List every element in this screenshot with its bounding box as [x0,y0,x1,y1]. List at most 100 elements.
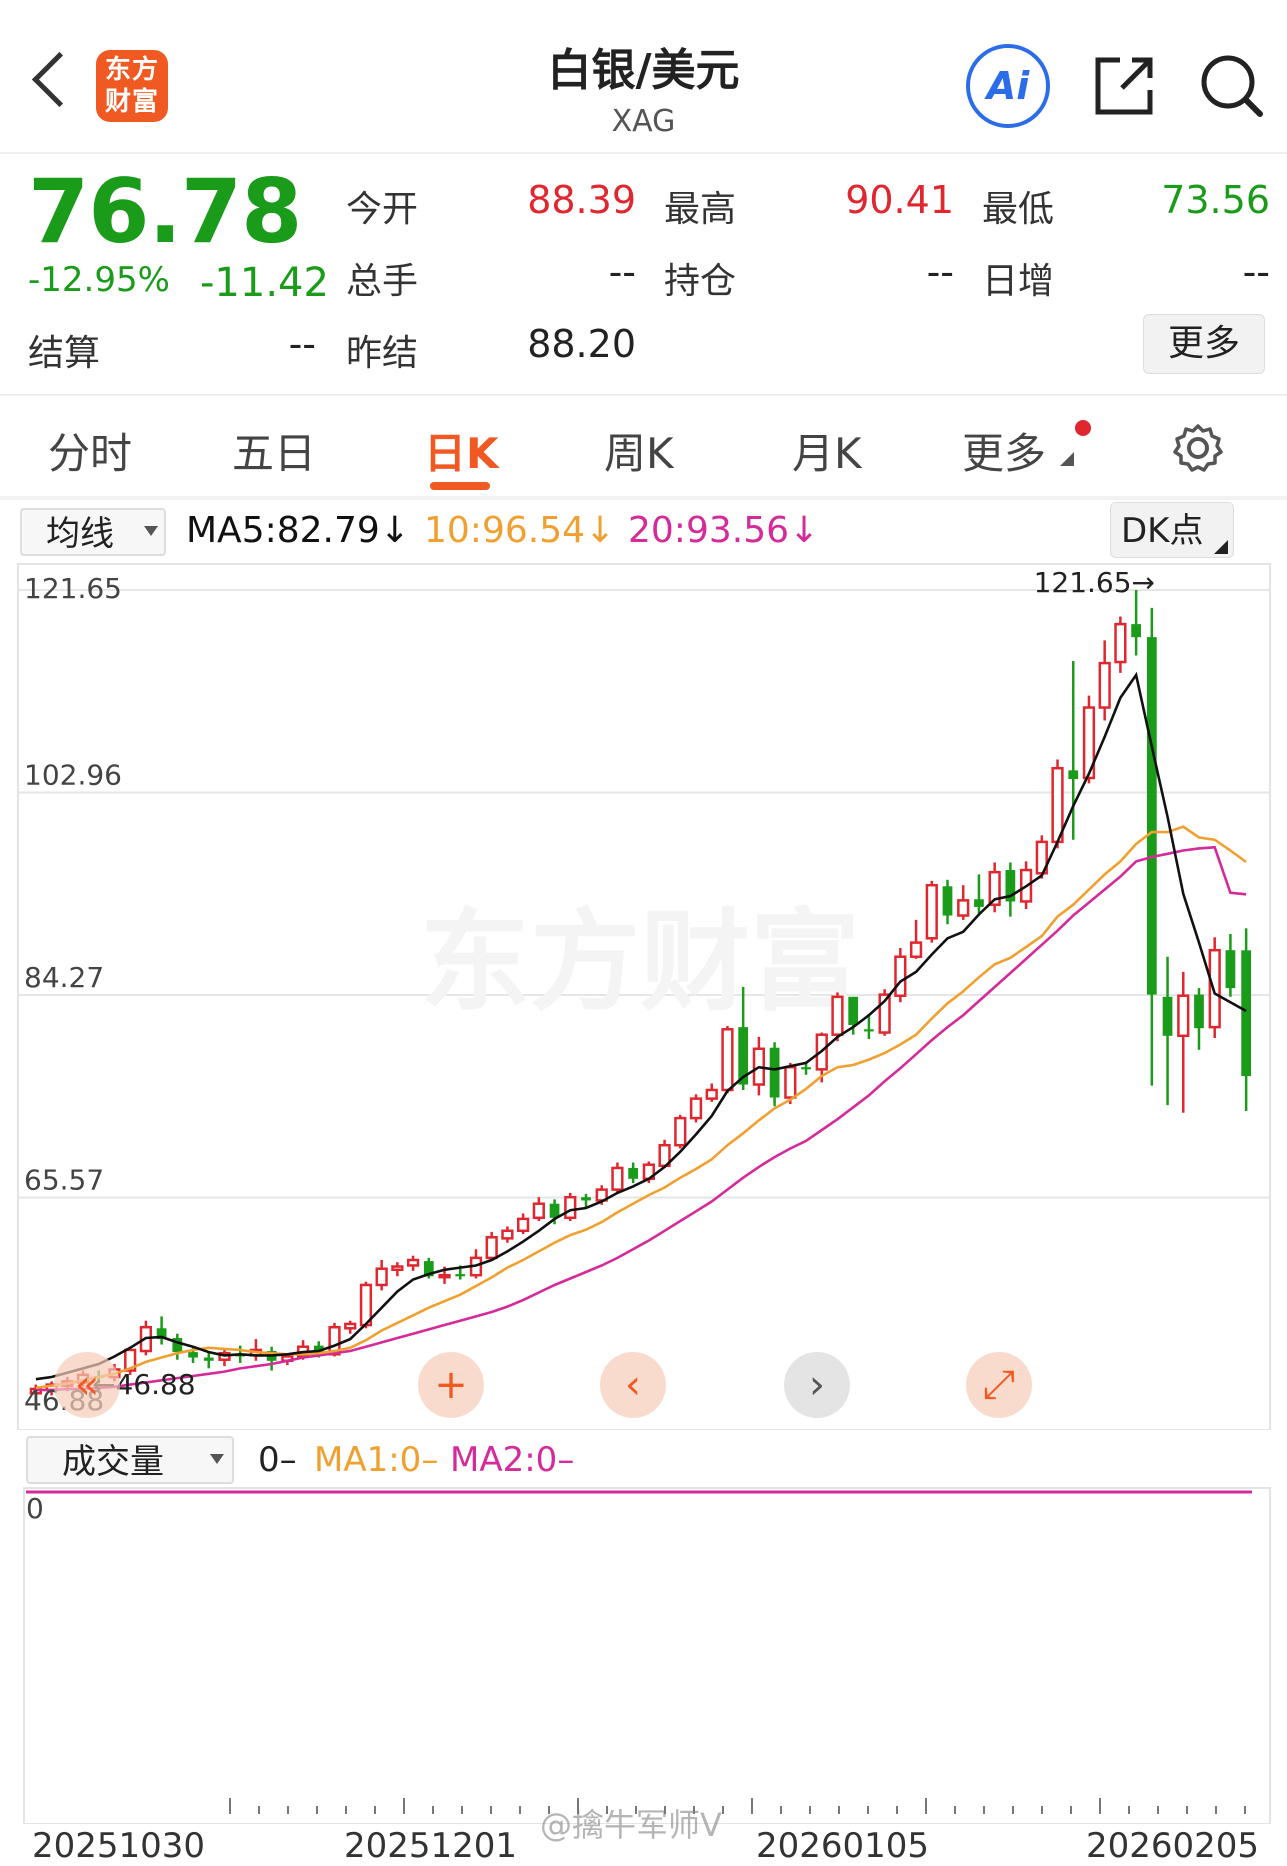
social-watermark: @擒牛军师V [540,1806,722,1844]
x-tick-label: 20251201 [344,1826,518,1866]
candle-down [848,996,859,1025]
candle-up [344,1322,357,1330]
open-interest-value: -- [926,250,954,294]
x-tick-label: 20260105 [756,1826,930,1866]
candle-up [391,1265,404,1272]
settlement-label: 结算 [28,333,101,374]
candle-down [1131,624,1141,638]
candle-up [674,1116,687,1147]
tab-more[interactable]: 更多 [962,420,1046,481]
ma20-value: 20:93.56↓ [628,510,820,551]
tab-daily-k[interactable]: 日K [424,420,499,481]
high-marker-label: 121.65→ [1034,566,1155,599]
candle-down [455,1274,466,1277]
settings-gear-icon[interactable] [1172,422,1224,474]
chart-watermark: 东方财富 [420,898,860,1026]
low-label: 最低 [982,189,1055,230]
volume-indicator-select[interactable]: 成交量 [26,1436,234,1484]
daily-increase-value: -- [1242,250,1270,294]
corner-triangle-icon [1214,540,1228,554]
tab-intraday[interactable]: 分时 [48,420,132,481]
tab-monthly-k[interactable]: 月K [792,420,862,481]
x-tick-label: 20260205 [1086,1826,1260,1866]
candle-up [532,1202,545,1220]
candle-up [516,1217,530,1233]
top-bar: 东方 财富 白银/美元 XAG Ai [0,0,1287,154]
volume-chart[interactable]: 0 [0,1484,1287,1824]
volume-value: 0– [258,1440,297,1480]
candle-up [1051,766,1064,844]
candle-down [769,1047,780,1098]
volume-ma2: MA2:0– [450,1440,575,1480]
dropdown-arrow-icon [144,526,158,536]
dk-point-label: DK点 [1121,511,1204,551]
volume-frame [23,1487,1271,1824]
active-tab-indicator [430,482,490,490]
jump-to-start-button[interactable]: « [54,1352,120,1418]
candle-up [406,1258,420,1267]
settlement-value: -- [288,322,316,366]
candle-up [925,883,938,940]
candle-up [1114,622,1127,664]
volume-ma1: MA1:0– [314,1440,439,1480]
indicator-select-label: 均线 [46,514,114,554]
candle-down [1162,996,1173,1036]
ma5-value: MA5:82.79↓ [186,510,410,551]
candle-up [611,1166,624,1191]
candle-up [564,1195,577,1220]
candle-up [784,1065,797,1099]
candle-up [438,1273,451,1279]
change-percent: -12.95% [28,260,170,300]
volume-value: -- [608,250,636,294]
candle-down [801,1067,811,1070]
candle-up [689,1097,703,1120]
scroll-left-button[interactable]: ‹ [600,1352,666,1418]
y-tick-label: 102.96 [24,758,122,791]
candle-down [1194,994,1204,1029]
volume-axis-zero: 0 [26,1492,44,1525]
high-value: 90.41 [845,178,954,222]
last-price: 76.78 [28,160,302,263]
low-value: 73.56 [1161,178,1270,222]
volume-select-label: 成交量 [62,1442,164,1482]
scroll-right-button[interactable]: › [784,1352,850,1418]
ma10-value: 10:96.54↓ [424,510,616,551]
candle-down [581,1197,591,1201]
candle-down [628,1167,639,1179]
candle-down [942,886,953,916]
candle-up [1177,994,1190,1038]
candle-up [894,955,907,997]
candle-down [1068,770,1079,780]
candle-down [1241,950,1252,1077]
search-icon[interactable] [1196,50,1266,120]
y-tick-label: 84.27 [24,961,104,994]
notification-dot [1075,420,1091,436]
dropdown-arrow-icon [210,1454,224,1464]
divider [0,496,1287,500]
divider [0,394,1287,396]
change-value: -11.42 [200,260,329,306]
prev-settlement-value: 88.20 [527,322,636,366]
zoom-in-button[interactable]: + [418,1352,484,1418]
candle-up [501,1229,514,1240]
candle-up [1098,661,1111,709]
candlestick-chart[interactable]: 东方财富 121.65102.9684.2765.57 121.65→ ←46.… [0,560,1287,1430]
candle-down [203,1357,214,1361]
volume-label: 总手 [346,261,419,302]
y-tick-label: 121.65 [24,572,122,605]
candle-up [485,1236,498,1260]
daily-increase-label: 日增 [982,261,1055,302]
y-tick-label: 65.57 [24,1164,104,1197]
tab-five-day[interactable]: 五日 [232,420,316,481]
fullscreen-button[interactable]: ⤢ [966,1352,1032,1418]
open-value: 88.39 [527,178,636,222]
ai-assistant-button[interactable]: Ai [966,44,1050,128]
tab-weekly-k[interactable]: 周K [604,420,674,481]
share-icon[interactable] [1092,52,1158,118]
candle-down [1146,637,1157,995]
candle-up [909,941,923,958]
candle-up [705,1088,718,1100]
more-quote-button[interactable]: 更多 [1143,314,1265,374]
open-interest-label: 持仓 [664,261,737,302]
candle-up [721,1028,734,1092]
